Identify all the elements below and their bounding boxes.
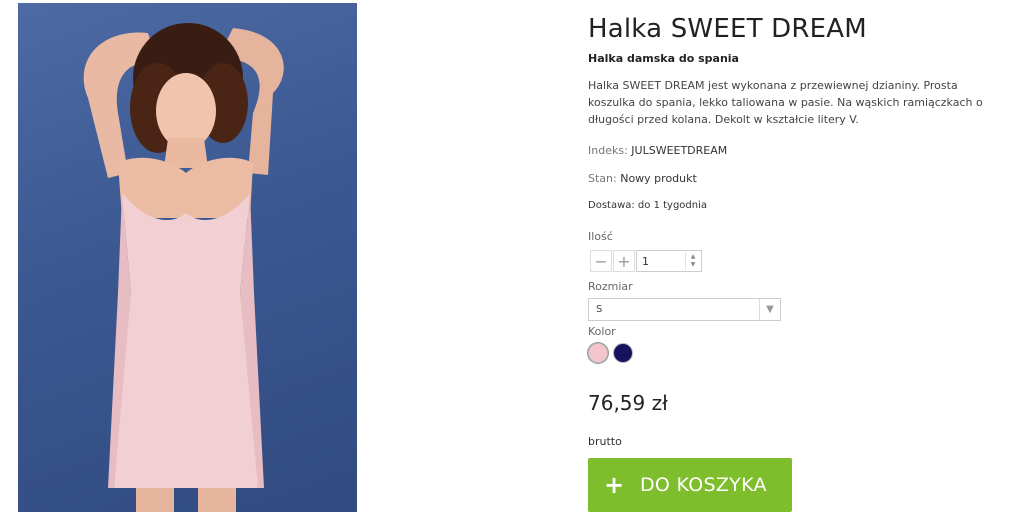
condition-label: Stan: xyxy=(588,172,617,185)
size-label: Rozmiar xyxy=(588,280,633,293)
quantity-input[interactable]: 1 ▲ ▼ xyxy=(636,250,702,272)
minus-icon: − xyxy=(594,251,608,271)
color-swatch-pink[interactable] xyxy=(588,343,608,363)
condition-value: Nowy produkt xyxy=(620,172,697,185)
spin-up-icon: ▲ xyxy=(690,253,696,260)
quantity-increase-button[interactable]: + xyxy=(613,250,635,272)
index-value: JULSWEETDREAM xyxy=(631,144,728,157)
product-index: Indeks: JULSWEETDREAM xyxy=(588,144,727,157)
quantity-spinner[interactable]: ▲ ▼ xyxy=(685,252,700,270)
size-select[interactable]: S ▼ xyxy=(588,298,781,321)
product-image[interactable] xyxy=(18,3,357,512)
index-label: Indeks: xyxy=(588,144,628,157)
quantity-decrease-button[interactable]: − xyxy=(590,250,612,272)
quantity-value: 1 xyxy=(642,254,649,268)
quantity-label: Ilość xyxy=(588,230,613,243)
add-to-cart-label: DO KOSZYKA xyxy=(640,474,767,496)
plus-icon: + xyxy=(617,251,631,271)
color-label: Kolor xyxy=(588,325,616,338)
add-to-cart-button[interactable]: + DO KOSZYKA xyxy=(588,458,792,512)
product-condition: Stan: Nowy produkt xyxy=(588,172,697,185)
product-description: Halka SWEET DREAM jest wykonana z przewi… xyxy=(588,79,983,126)
quantity-stepper: − + 1 ▲ ▼ xyxy=(590,250,702,272)
color-swatches xyxy=(588,343,638,363)
product-price: 76,59 zł xyxy=(588,391,668,415)
product-title: Halka SWEET DREAM xyxy=(588,14,867,44)
spin-down-icon: ▼ xyxy=(690,261,696,268)
color-swatch-navy[interactable] xyxy=(613,343,633,363)
price-note: brutto xyxy=(588,435,622,448)
plus-icon: + xyxy=(603,471,625,499)
delivery-info: Dostawa: do 1 tygodnia xyxy=(588,200,708,211)
product-photo-illustration xyxy=(83,23,284,512)
product-subtitle: Halka damska do spania xyxy=(588,52,739,65)
chevron-down-icon[interactable]: ▼ xyxy=(759,299,780,320)
size-selected-value: S xyxy=(596,304,603,315)
